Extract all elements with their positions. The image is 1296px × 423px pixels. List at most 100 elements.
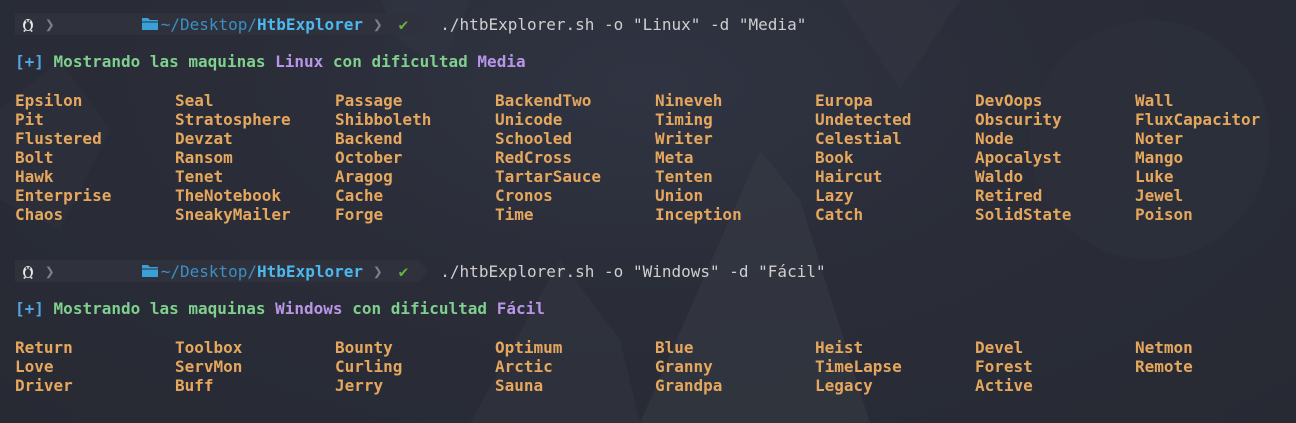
prompt-separator: ❯ bbox=[367, 260, 389, 282]
command-text: ./htbExplorer.sh -o "Windows" -d "Fácil" bbox=[440, 261, 826, 281]
info-os: Windows bbox=[275, 299, 343, 318]
info-difficulty: Fácil bbox=[496, 299, 545, 318]
linux-tux-icon bbox=[15, 260, 39, 282]
machine-name: Enterprise bbox=[15, 186, 112, 205]
machine-name: Blue bbox=[655, 338, 694, 357]
machine-name: Shibboleth bbox=[335, 110, 432, 129]
machine-name: Legacy bbox=[815, 376, 873, 395]
machine-name: Waldo bbox=[975, 167, 1024, 186]
machine-name: Jerry bbox=[335, 376, 384, 395]
machine-name: Obscurity bbox=[975, 110, 1062, 129]
machine-name: SneakyMailer bbox=[175, 205, 291, 224]
machine-name: Forge bbox=[335, 205, 384, 224]
machine-name: SolidState bbox=[975, 205, 1072, 224]
machine-name: Granny bbox=[655, 357, 713, 376]
machine-name: Tenet bbox=[175, 167, 224, 186]
shell-prompt: ❯ ~/Desktop/HtbExplorer ❯ ✔ ./htbExplore… bbox=[15, 13, 806, 35]
machine-name: Jewel bbox=[1135, 186, 1184, 205]
shell-prompt: ❯ ~/Desktop/HtbExplorer ❯ ✔ ./htbExplore… bbox=[15, 260, 826, 282]
machine-name: Writer bbox=[655, 129, 713, 148]
machine-grid: Return Toolbox Bounty Optimum Blue Heist Devel… bbox=[15, 338, 1295, 395]
machine-name: Time bbox=[495, 205, 534, 224]
current-path: ~/Desktop/HtbExplorer bbox=[60, 260, 367, 282]
machine-name: Node bbox=[975, 129, 1014, 148]
machine-name: October bbox=[335, 148, 403, 167]
machine-name: Undetected bbox=[815, 110, 912, 129]
prompt-separator: ❯ bbox=[39, 13, 61, 35]
machine-name: Lazy bbox=[815, 186, 854, 205]
machine-name: Devzat bbox=[175, 129, 233, 148]
machine-name: Meta bbox=[655, 148, 694, 167]
machine-name: Tenten bbox=[655, 167, 713, 186]
machine-name: Poison bbox=[1135, 205, 1193, 224]
info-line: [+] Mostrando las maquinas Windows con d… bbox=[15, 299, 545, 318]
machine-name: Grandpa bbox=[655, 376, 723, 395]
info-line: [+] Mostrando las maquinas Linux con dif… bbox=[15, 52, 526, 71]
info-text-2: con dificultad bbox=[332, 52, 468, 71]
machine-name: Book bbox=[815, 148, 854, 167]
machine-name: RedCross bbox=[495, 148, 573, 167]
machine-name: Europa bbox=[815, 91, 873, 110]
machine-name: DevOops bbox=[975, 91, 1043, 110]
machine-name: Heist bbox=[815, 338, 864, 357]
machine-name: FluxCapacitor bbox=[1135, 110, 1261, 129]
info-text-1: Mostrando las maquinas bbox=[53, 52, 266, 71]
info-prefix: [+] bbox=[15, 52, 44, 71]
machine-name: Sauna bbox=[495, 376, 544, 395]
prompt-end-arrow bbox=[418, 260, 429, 282]
machine-name: Apocalyst bbox=[975, 148, 1062, 167]
prompt-end-arrow bbox=[418, 13, 429, 35]
machine-name: Cache bbox=[335, 186, 384, 205]
machine-name: Forest bbox=[975, 357, 1033, 376]
check-icon: ✔ bbox=[388, 13, 419, 35]
current-path: ~/Desktop/HtbExplorer bbox=[60, 13, 367, 35]
machine-name: ServMon bbox=[175, 357, 243, 376]
machine-name: TimeLapse bbox=[815, 357, 902, 376]
machine-name: Curling bbox=[335, 357, 403, 376]
folder-icon bbox=[65, 0, 158, 53]
machine-name: TheNotebook bbox=[175, 186, 281, 205]
prompt-separator: ❯ bbox=[39, 260, 61, 282]
machine-name: Backend bbox=[335, 129, 403, 148]
machine-name: Arctic bbox=[495, 357, 553, 376]
machine-name: Remote bbox=[1135, 357, 1193, 376]
path-dir: HtbExplorer bbox=[257, 261, 363, 281]
info-difficulty: Media bbox=[477, 52, 526, 71]
machine-name: Active bbox=[975, 376, 1033, 395]
check-icon: ✔ bbox=[388, 260, 419, 282]
machine-name: Union bbox=[655, 186, 704, 205]
path-dir: HtbExplorer bbox=[257, 14, 363, 34]
machine-name: Netmon bbox=[1135, 338, 1193, 357]
machine-name: Schooled bbox=[495, 129, 573, 148]
machine-name: Haircut bbox=[815, 167, 883, 186]
machine-name: Cronos bbox=[495, 186, 553, 205]
machine-name: Luke bbox=[1135, 167, 1174, 186]
folder-icon bbox=[65, 243, 158, 300]
machine-name: Seal bbox=[175, 91, 214, 110]
machine-name: Catch bbox=[815, 205, 864, 224]
info-prefix: [+] bbox=[15, 299, 44, 318]
machine-name: Noter bbox=[1135, 129, 1184, 148]
machine-name: Ransom bbox=[175, 148, 233, 167]
machine-name: BackendTwo bbox=[495, 91, 592, 110]
prompt-separator: ❯ bbox=[367, 13, 389, 35]
machine-name: Flustered bbox=[15, 129, 102, 148]
machine-name: Epsilon bbox=[15, 91, 83, 110]
info-text-1: Mostrando las maquinas bbox=[53, 299, 266, 318]
machine-name: Bounty bbox=[335, 338, 393, 357]
machine-name: Wall bbox=[1135, 91, 1174, 110]
machine-name: Hawk bbox=[15, 167, 54, 186]
machine-name: Nineveh bbox=[655, 91, 723, 110]
machine-name: Devel bbox=[975, 338, 1024, 357]
info-os: Linux bbox=[275, 52, 324, 71]
path-home: ~/Desktop/ bbox=[160, 261, 258, 281]
machine-name: Love bbox=[15, 357, 54, 376]
machine-name: Unicode bbox=[495, 110, 563, 129]
machine-name: Bolt bbox=[15, 148, 54, 167]
machine-name: Driver bbox=[15, 376, 73, 395]
machine-name: Aragog bbox=[335, 167, 393, 186]
machine-name: Celestial bbox=[815, 129, 902, 148]
machine-name: Inception bbox=[655, 205, 742, 224]
machine-name: Stratosphere bbox=[175, 110, 291, 129]
path-home: ~/Desktop/ bbox=[160, 14, 258, 34]
